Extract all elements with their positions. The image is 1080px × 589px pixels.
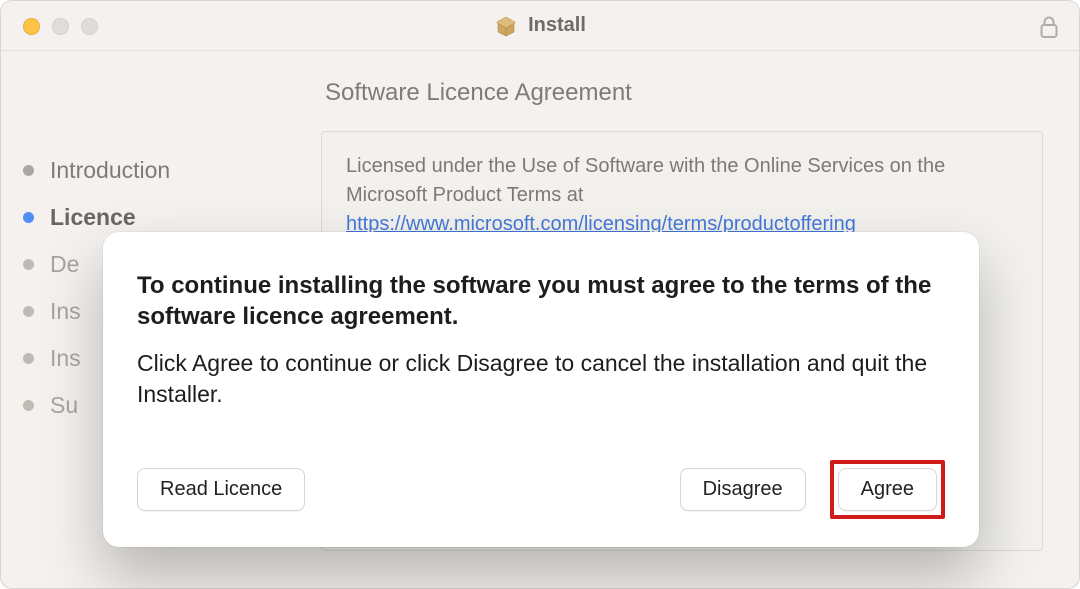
zoom-window-button[interactable]	[81, 18, 98, 35]
step-dot-icon	[23, 212, 34, 223]
lock-icon[interactable]	[1039, 15, 1059, 44]
package-icon	[494, 14, 518, 38]
modal-footer: Read Licence Disagree Agree	[137, 460, 945, 519]
section-title: Software Licence Agreement	[325, 79, 1043, 107]
step-label: Ins	[50, 298, 81, 325]
modal-body-text: Click Agree to continue or click Disagre…	[137, 348, 945, 410]
step-label: Ins	[50, 345, 81, 372]
step-label: Licence	[50, 204, 136, 231]
window-title-text: Install	[528, 14, 586, 37]
agree-button[interactable]: Agree	[838, 468, 937, 511]
disagree-button[interactable]: Disagree	[680, 468, 806, 511]
step-dot-icon	[23, 400, 34, 411]
window-controls	[23, 18, 98, 35]
step-label: Su	[50, 392, 78, 419]
step-label: Introduction	[50, 157, 170, 184]
agree-highlight: Agree	[830, 460, 945, 519]
modal-heading: To continue installing the software you …	[137, 270, 945, 332]
step-introduction[interactable]: Introduction	[23, 147, 321, 194]
licence-text-prefix: Licensed under the Use of Software with …	[346, 155, 945, 206]
minimize-window-button[interactable]	[52, 18, 69, 35]
step-label: De	[50, 251, 79, 278]
step-dot-icon	[23, 165, 34, 176]
titlebar: Install	[1, 1, 1079, 51]
agreement-modal: To continue installing the software you …	[103, 232, 979, 547]
step-dot-icon	[23, 353, 34, 364]
step-dot-icon	[23, 306, 34, 317]
read-licence-button[interactable]: Read Licence	[137, 468, 305, 511]
window-title: Install	[494, 14, 586, 38]
installer-window: Install Introduction Licence	[0, 0, 1080, 589]
step-dot-icon	[23, 259, 34, 270]
close-window-button[interactable]	[23, 18, 40, 35]
